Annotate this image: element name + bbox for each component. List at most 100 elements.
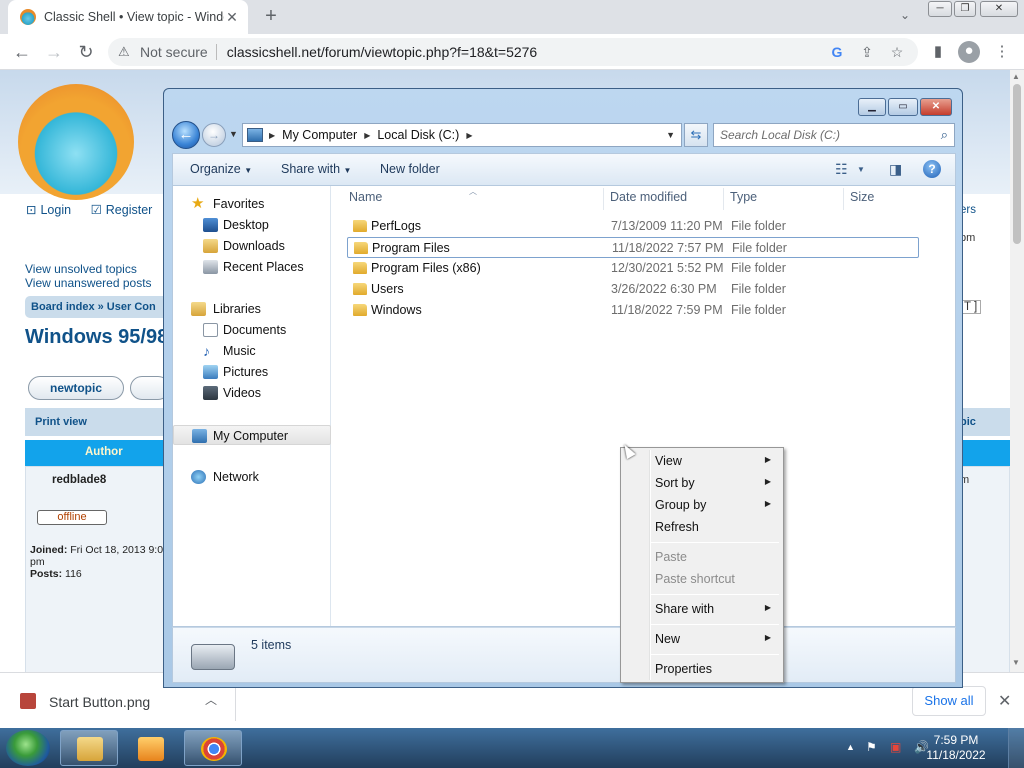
- new-topic-button[interactable]: newtopic: [28, 376, 124, 400]
- nav-my-computer[interactable]: My Computer: [173, 425, 331, 445]
- menu-item-view[interactable]: View ▶: [623, 450, 781, 472]
- page-scrollbar[interactable]: ▲ ▼: [1010, 70, 1024, 672]
- nav-network[interactable]: Network: [173, 467, 331, 487]
- taskbar-chrome[interactable]: [184, 730, 242, 766]
- menu-kebab-icon[interactable]: ⋮: [992, 42, 1012, 62]
- view-unanswered-link[interactable]: View unanswered posts: [25, 276, 152, 290]
- menu-item-refresh[interactable]: Refresh: [623, 516, 781, 538]
- column-divider[interactable]: [723, 188, 724, 210]
- taskbar-clock[interactable]: 7:59 PM 11/18/2022: [926, 733, 986, 763]
- nav-recent-places[interactable]: Recent Places: [173, 257, 331, 277]
- explorer-address-bar[interactable]: ▶ My Computer ▶ Local Disk (C:) ▶ ▼: [242, 123, 682, 147]
- network-icon[interactable]: ▣: [890, 740, 901, 754]
- browser-close-button[interactable]: ✕: [980, 1, 1018, 17]
- search-icon[interactable]: ⌕: [941, 127, 948, 143]
- nav-videos[interactable]: Videos: [173, 383, 331, 403]
- taskbar-media-player[interactable]: [121, 730, 179, 766]
- explorer-back-arrow-icon[interactable]: ←: [172, 121, 200, 149]
- file-row[interactable]: Windows 11/18/2022 7:59 PM File folder: [347, 300, 919, 321]
- file-row[interactable]: Program Files 11/18/2022 7:57 PM File fo…: [347, 237, 919, 258]
- forum-breadcrumb[interactable]: Board index » User Con: [25, 296, 165, 318]
- share-icon[interactable]: ⇪: [856, 41, 878, 63]
- menu-item-properties[interactable]: Properties: [623, 658, 781, 680]
- nav-libraries[interactable]: Libraries: [173, 299, 331, 319]
- show-desktop-button[interactable]: [1008, 728, 1024, 768]
- breadcrumb-local-disk[interactable]: Local Disk (C:): [377, 128, 459, 142]
- view-options-chevron-icon[interactable]: ▼: [857, 165, 865, 174]
- file-row[interactable]: PerfLogs 7/13/2009 11:20 PM File folder: [347, 216, 919, 237]
- new-tab-plus-icon[interactable]: +: [260, 6, 282, 28]
- topic-title[interactable]: Windows 95/98: [25, 326, 168, 349]
- breadcrumb-separator-icon[interactable]: ▶: [466, 131, 472, 140]
- preview-pane-icon[interactable]: ◨: [889, 161, 902, 178]
- column-type[interactable]: Type: [730, 190, 757, 204]
- tray-expand-icon[interactable]: ▲: [846, 742, 855, 752]
- menu-item-share-with[interactable]: Share with ▶: [623, 598, 781, 620]
- scroll-up-icon[interactable]: ▲: [1012, 72, 1020, 81]
- download-options-chevron-icon[interactable]: ︿: [205, 691, 217, 708]
- menu-item-paste[interactable]: Paste: [623, 546, 781, 568]
- post-username[interactable]: redblade8: [52, 474, 106, 486]
- back-arrow-icon[interactable]: ←: [10, 40, 34, 64]
- scroll-down-icon[interactable]: ▼: [1012, 658, 1020, 667]
- explorer-close-button[interactable]: ✕: [920, 98, 952, 116]
- menu-item-sort-by[interactable]: Sort by ▶: [623, 472, 781, 494]
- column-size[interactable]: Size: [850, 190, 874, 204]
- show-all-button[interactable]: Show all: [912, 686, 986, 716]
- google-lens-icon[interactable]: G: [826, 41, 848, 63]
- new-folder-button[interactable]: New folder: [380, 162, 440, 176]
- profile-avatar-icon[interactable]: ●: [958, 41, 980, 63]
- organize-button[interactable]: Organize ▼: [190, 162, 252, 176]
- start-button-orb-icon[interactable]: [6, 730, 50, 766]
- scrollbar-thumb[interactable]: [1013, 84, 1021, 244]
- nav-music[interactable]: ♪ Music: [173, 341, 331, 361]
- print-view-link[interactable]: Print view: [35, 416, 87, 428]
- menu-item-new[interactable]: New ▶: [623, 628, 781, 650]
- explorer-forward-arrow-icon[interactable]: →: [202, 123, 226, 147]
- forward-arrow-icon[interactable]: →: [42, 40, 66, 64]
- menu-item-group-by[interactable]: Group by ▶: [623, 494, 781, 516]
- address-history-chevron-icon[interactable]: ▼: [666, 130, 675, 140]
- close-downloads-icon[interactable]: ✕: [998, 691, 1011, 711]
- column-divider[interactable]: [603, 188, 604, 210]
- browser-minimize-button[interactable]: ─: [928, 1, 952, 17]
- nav-favorites[interactable]: ★ Favorites: [173, 194, 331, 214]
- browser-tab[interactable]: Classic Shell • View topic - Windows 95/…: [8, 0, 248, 34]
- explorer-window[interactable]: ▁ ▭ ✕ ← → ▼ ▶ My Computer ▶ Local Disk (…: [163, 88, 963, 688]
- url-text[interactable]: classicshell.net/forum/viewtopic.php?f=1…: [227, 44, 818, 60]
- explorer-refresh-icon[interactable]: ⇆: [684, 123, 708, 147]
- recent-pages-chevron-icon[interactable]: ▼: [229, 129, 238, 139]
- nav-desktop[interactable]: Desktop: [173, 215, 331, 235]
- nav-documents[interactable]: Documents: [173, 320, 331, 340]
- tab-search-chevron-icon[interactable]: ⌄: [896, 8, 914, 26]
- tab-close-icon[interactable]: ✕: [224, 9, 240, 25]
- breadcrumb-separator-icon[interactable]: ▶: [364, 131, 370, 140]
- nav-pictures[interactable]: Pictures: [173, 362, 331, 382]
- breadcrumb-separator-icon[interactable]: ▶: [269, 131, 275, 140]
- taskbar-explorer[interactable]: [60, 730, 118, 766]
- side-panel-icon[interactable]: ▮: [928, 42, 948, 62]
- action-center-flag-icon[interactable]: ⚑: [866, 740, 877, 754]
- reload-icon[interactable]: ↻: [74, 40, 98, 64]
- file-row[interactable]: Users 3/26/2022 6:30 PM File folder: [347, 279, 919, 300]
- explorer-minimize-button[interactable]: ▁: [858, 98, 886, 116]
- help-icon[interactable]: ?: [923, 160, 941, 178]
- menu-item-paste-shortcut[interactable]: Paste shortcut: [623, 568, 781, 590]
- warning-triangle-icon[interactable]: ⚠: [118, 45, 132, 59]
- omnibox[interactable]: ⚠ Not secure classicshell.net/forum/view…: [108, 38, 918, 66]
- column-date-modified[interactable]: Date modified: [610, 190, 687, 204]
- register-link[interactable]: Register: [106, 203, 153, 217]
- breadcrumb-my-computer[interactable]: My Computer: [282, 128, 357, 142]
- edge-text-t[interactable]: T ]: [960, 300, 982, 314]
- file-row[interactable]: Program Files (x86) 12/30/2021 5:52 PM F…: [347, 258, 919, 279]
- share-with-button[interactable]: Share with ▼: [281, 162, 351, 176]
- bookmark-star-icon[interactable]: ☆: [886, 41, 908, 63]
- download-file-name[interactable]: Start Button.png: [49, 694, 150, 710]
- login-link[interactable]: Login: [40, 203, 71, 217]
- column-divider[interactable]: [843, 188, 844, 210]
- security-label[interactable]: Not secure: [140, 44, 208, 60]
- explorer-maximize-button[interactable]: ▭: [888, 98, 918, 116]
- browser-restore-button[interactable]: ❐: [954, 1, 976, 17]
- nav-downloads[interactable]: Downloads: [173, 236, 331, 256]
- column-name[interactable]: Name: [349, 190, 382, 204]
